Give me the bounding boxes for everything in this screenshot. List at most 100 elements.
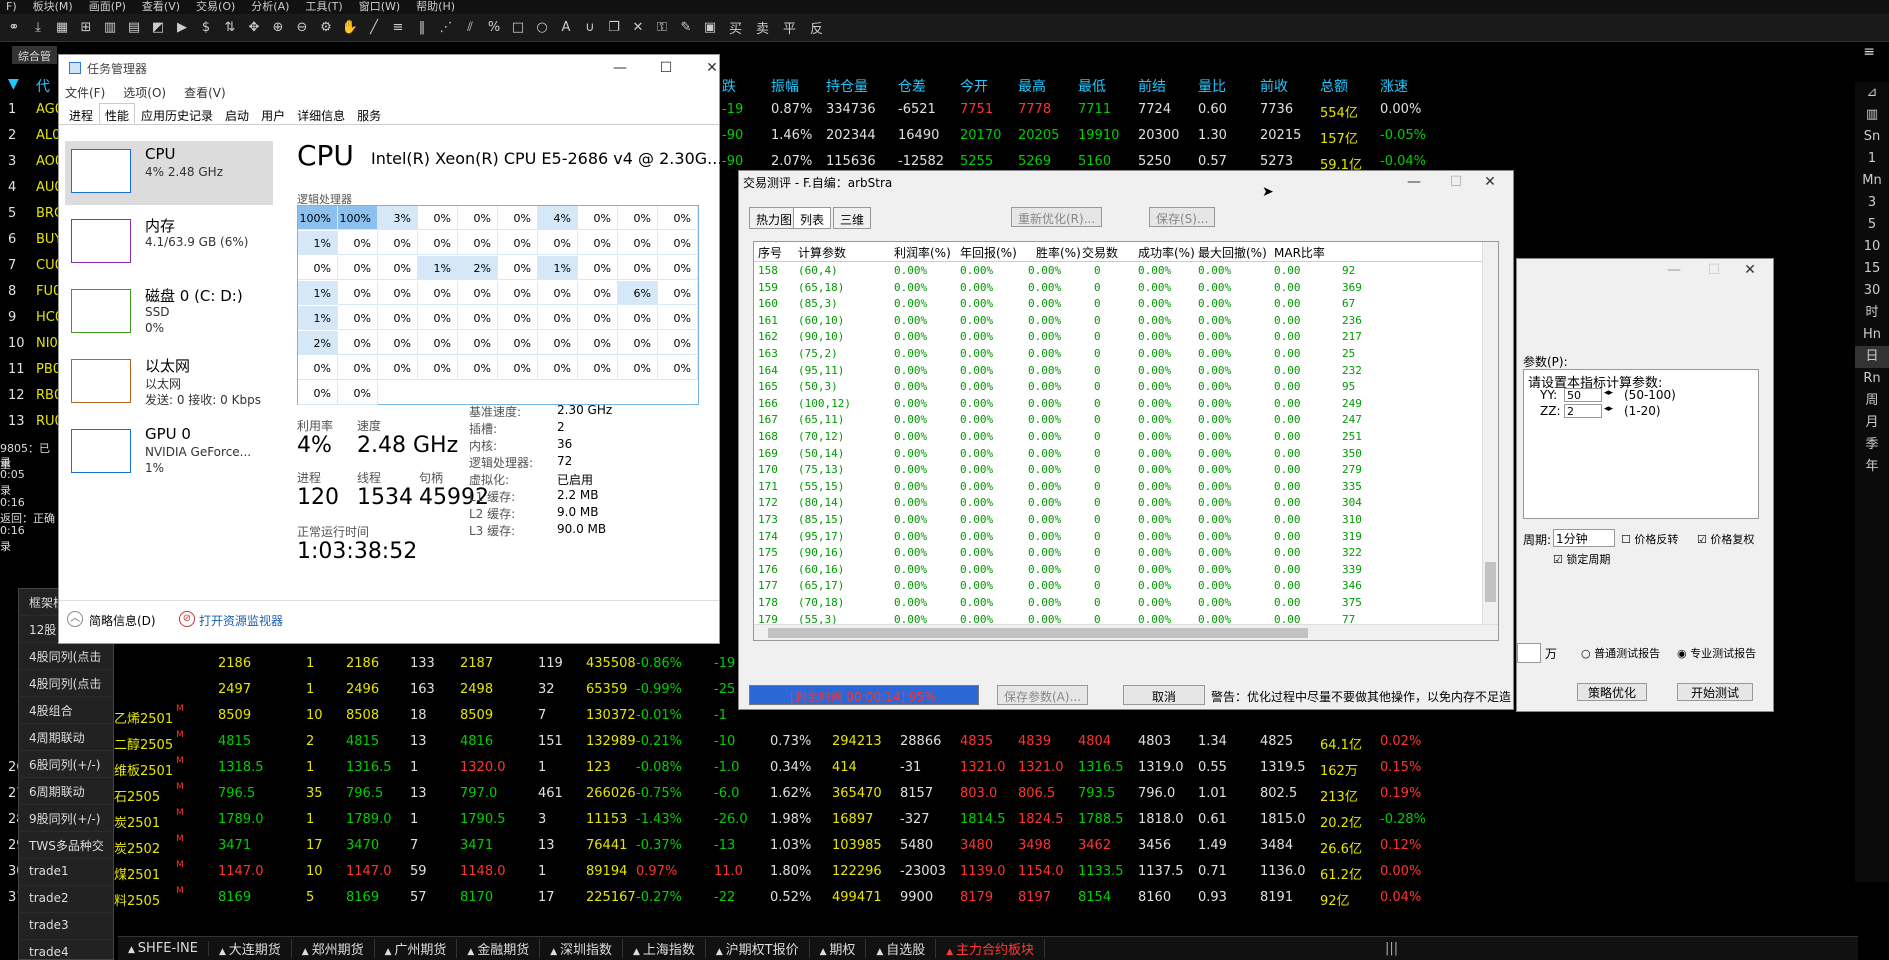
checkbox-adjust[interactable]: ☑ 价格复权 [1697, 531, 1754, 547]
param-zz-spinner-icon[interactable]: ◂▸ [1604, 404, 1613, 414]
eval-minimize-icon[interactable]: — [1391, 171, 1437, 193]
text-icon[interactable]: A [556, 18, 576, 38]
quote-row-left[interactable]: 9 HC0 [0, 310, 63, 336]
period-button[interactable]: 周 [1855, 390, 1889, 412]
copy-icon[interactable]: ❐ [604, 18, 624, 38]
quote-row-left[interactable]: 8 FU0 [0, 284, 61, 310]
result-row[interactable]: 168 (70,12) 0.00% 0.00% 0.00% 0 0.00% 0.00% 0.00… [754, 430, 1484, 446]
line-icon[interactable]: ╱ [364, 18, 384, 38]
pen-icon[interactable]: ✎ [676, 18, 696, 38]
results-col-header[interactable]: 年回报(%) [960, 244, 1017, 261]
results-hscrollbar[interactable] [754, 624, 1498, 640]
menu-item[interactable]: 交易(O) [196, 0, 235, 14]
results-col-header[interactable]: 胜率(%) [1036, 244, 1081, 261]
brief-info-button[interactable]: 简略信息(D) [89, 612, 156, 629]
col-preset[interactable]: 前结 [1138, 76, 1166, 96]
layout-menu-item[interactable]: trade1 [19, 859, 113, 886]
col-high[interactable]: 最高 [1018, 76, 1046, 96]
bottom-tab[interactable]: ▲ 主力合约板块 [936, 939, 1046, 958]
gann-icon[interactable]: ⋰ [436, 18, 456, 38]
zoom-out-icon[interactable]: ⊖ [292, 18, 312, 38]
sell-button[interactable]: 卖 [751, 18, 774, 37]
result-row[interactable]: 158 (60,4) 0.00% 0.00% 0.00% 0 0.00% 0.00% 0.00 9… [754, 264, 1484, 280]
col-low[interactable]: 最低 [1078, 76, 1106, 96]
sort-icon[interactable]: ⇅ [220, 18, 240, 38]
layout-menu-item[interactable]: 4股组合 [19, 697, 113, 724]
result-row[interactable]: 178 (70,18) 0.00% 0.00% 0.00% 0 0.00% 0.00% 0.00… [754, 596, 1484, 612]
open-resource-monitor-link[interactable]: 打开资源监视器 [199, 612, 283, 629]
grid-icon[interactable]: ⊞ [76, 18, 96, 38]
result-row[interactable]: 164 (95,11) 0.00% 0.00% 0.00% 0 0.00% 0.00% 0.00… [754, 364, 1484, 380]
layout-menu-item[interactable]: trade2 [19, 886, 113, 913]
period-button[interactable]: 5 [1855, 214, 1889, 236]
period-button[interactable]: Hn [1855, 324, 1889, 346]
hand-icon[interactable]: ✋ [340, 18, 360, 38]
menu-view[interactable]: 查看(V) [184, 84, 226, 101]
bottom-tab[interactable]: ▲ 期权 [810, 939, 867, 958]
tm-tab[interactable]: 用户 [255, 103, 291, 124]
bottom-tab[interactable]: ▲ 自选股 [866, 939, 937, 958]
menu-item[interactable]: 查看(V) [142, 0, 180, 14]
download-icon[interactable]: ⤓ [28, 18, 48, 38]
quote-row[interactable]: 28 炭2501 M 1789.0 1 1789.0 1 1790.5 3 11153 -1.43%… [0, 808, 1780, 838]
quote-row[interactable]: 29 炭2502 M 3471 17 3470 7 3471 13 76441 -0.37% -13 1… [0, 834, 1780, 864]
col-code[interactable]: 代 [36, 76, 50, 96]
col-oichg[interactable]: 仓差 [898, 76, 926, 96]
period-button[interactable]: 月 [1855, 412, 1889, 434]
candle-icon[interactable]: ▤ [124, 18, 144, 38]
maximize-icon[interactable]: ☐ [643, 57, 689, 79]
col-chg[interactable]: 跌 [722, 76, 736, 96]
period-button[interactable]: 年 [1855, 456, 1889, 478]
chart-icon[interactable]: ▥ [100, 18, 120, 38]
market-tab[interactable]: 综合管 [12, 46, 57, 64]
results-col-header[interactable]: 最大回撤(%) [1198, 244, 1267, 261]
results-col-header[interactable]: 交易数 [1082, 244, 1118, 261]
bottom-tab[interactable]: ▲ 深圳指数 [540, 939, 624, 958]
tab-list[interactable]: 列表 [793, 207, 832, 229]
results-col-header[interactable]: 计算参数 [798, 244, 846, 261]
tab-3d[interactable]: 三维 [833, 207, 872, 229]
quote-row[interactable]: 二醇2505 M 4815 2 4815 13 4816 151 132989 -0.21% -10… [0, 730, 1780, 760]
radio-pro-report[interactable]: ◉ 专业测试报告 [1677, 645, 1756, 661]
col-total[interactable]: 总额 [1320, 76, 1348, 96]
circle-icon[interactable]: ○ [532, 18, 552, 38]
fib-icon[interactable]: ≡ [388, 18, 408, 38]
checkbox-reverse[interactable]: ☐ 价格反转 [1621, 531, 1678, 547]
chart-line-icon[interactable]: ⊿ [1855, 82, 1889, 104]
cancel-button[interactable]: 取消 [1123, 685, 1205, 705]
dollar-icon[interactable]: $ [196, 18, 216, 38]
menu-item[interactable]: 帮助(H) [416, 0, 455, 14]
perf-side-memory[interactable]: 内存 4.1/63.9 GB (6%) [65, 211, 273, 275]
result-row[interactable]: 165 (50,3) 0.00% 0.00% 0.00% 0 0.00% 0.00% 0.00 9… [754, 380, 1484, 396]
menu-item[interactable]: 画面(P) [89, 0, 126, 14]
bottom-tab[interactable]: ▲ 上海指数 [623, 939, 706, 958]
link-icon[interactable]: ⚭ [4, 18, 24, 38]
result-row[interactable]: 172 (80,14) 0.00% 0.00% 0.00% 0 0.00% 0.00% 0.00… [754, 496, 1484, 512]
quote-row-left[interactable]: 5 BRO [0, 206, 64, 232]
tm-tab[interactable]: 性能 [99, 103, 136, 124]
trend-icon[interactable]: ◩ [148, 18, 168, 38]
layout-menu-item[interactable]: 4股同列(点击 [19, 670, 113, 697]
result-row[interactable]: 174 (95,17) 0.00% 0.00% 0.00% 0 0.00% 0.00% 0.00… [754, 530, 1484, 546]
bottom-tab[interactable]: ▲ 郑州期货 [292, 939, 375, 958]
zoom-in-icon[interactable]: ⊕ [268, 18, 288, 38]
period-button[interactable]: 15 [1855, 258, 1889, 280]
layout-menu-item[interactable]: 4周期联动 [19, 724, 113, 751]
period-button[interactable]: Mn [1855, 170, 1889, 192]
perf-side-ethernet[interactable]: 以太网 以太网 发送: 0 接收: 0 Kbps [65, 351, 273, 415]
bottom-tab[interactable]: ▲ 大连期货 [209, 939, 292, 958]
menu-item[interactable]: 板块(M) [33, 0, 73, 14]
layout-menu-item[interactable]: 9股同列(+/-) [19, 805, 113, 832]
result-row[interactable]: 163 (75,2) 0.00% 0.00% 0.00% 0 0.00% 0.00% 0.00 2… [754, 347, 1484, 363]
result-row[interactable]: 177 (65,17) 0.00% 0.00% 0.00% 0 0.00% 0.00% 0.00… [754, 579, 1484, 595]
period-button[interactable]: 30 [1855, 280, 1889, 302]
chart-candle-icon[interactable]: ▥ [1855, 104, 1889, 126]
col-vr[interactable]: 量比 [1198, 76, 1226, 96]
quote-row[interactable]: 乙烯2501 M 8509 10 8508 18 8509 7 130372 -0.01% -1 [0, 704, 1780, 734]
lock-icon[interactable]: ⚿ [652, 18, 672, 38]
minimize-icon[interactable]: — [597, 57, 643, 79]
period-button[interactable]: 1 [1855, 148, 1889, 170]
radio-normal-report[interactable]: ○ 普通测试报告 [1581, 645, 1660, 661]
period-button[interactable]: Rn [1855, 368, 1889, 390]
menu-item[interactable]: F) [6, 0, 17, 14]
